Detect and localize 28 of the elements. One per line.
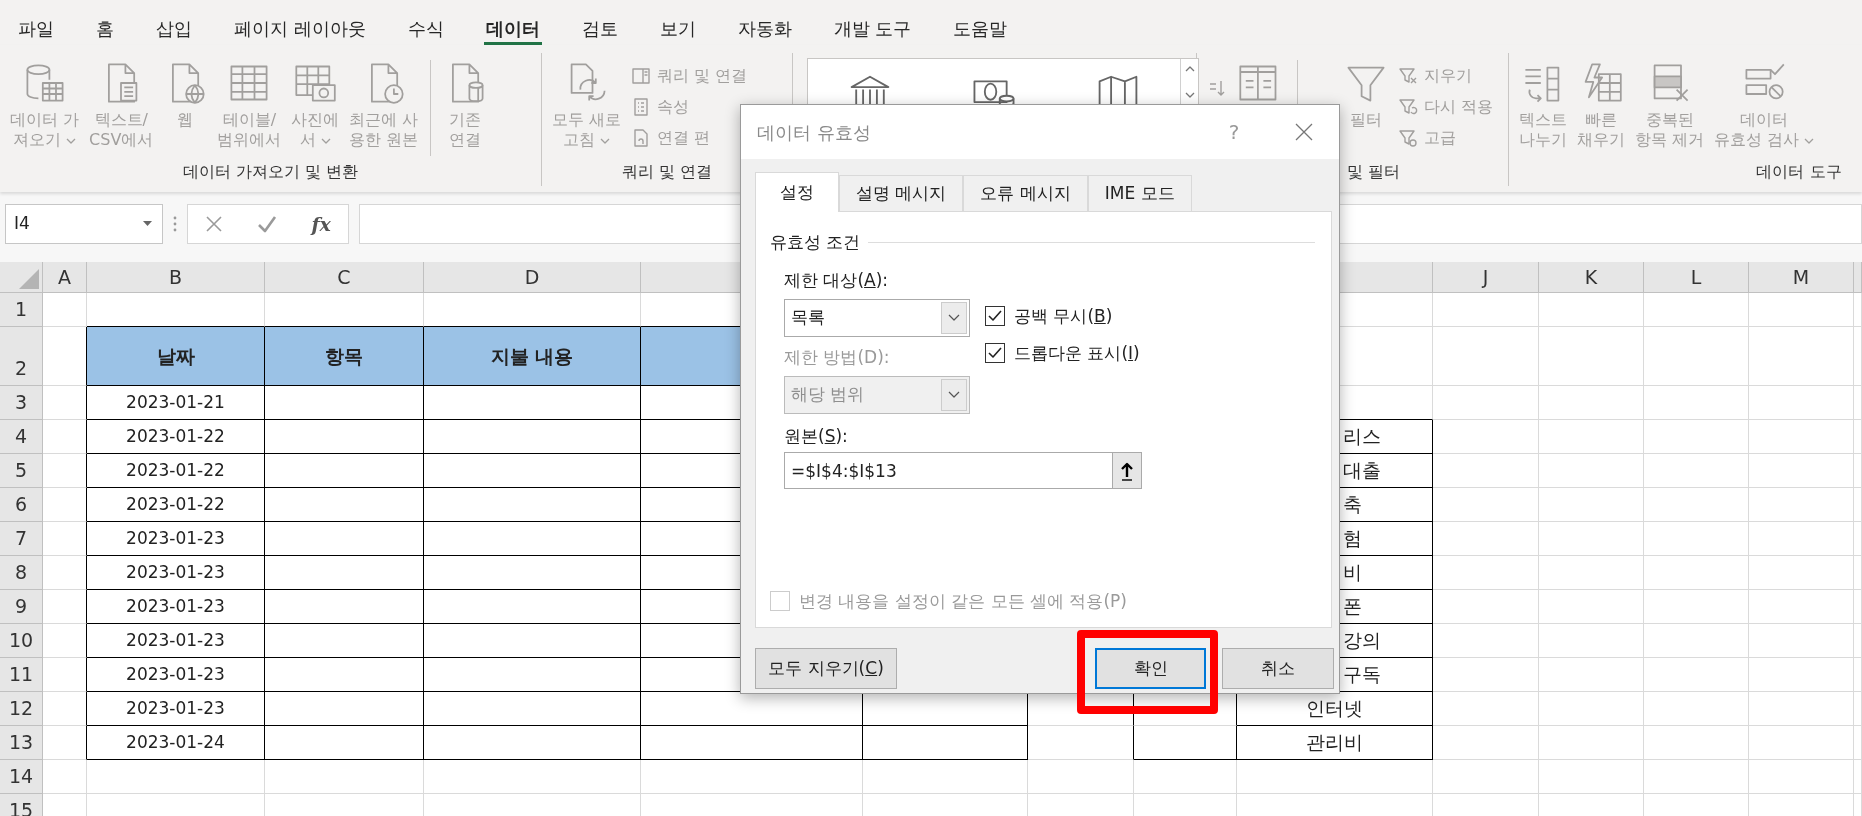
table-cell: 2023-01-23 [87,624,265,658]
table-cell: 2023-01-23 [87,556,265,590]
table-cell: 2023-01-23 [87,590,265,624]
group-label: 데이터 가져오기 및 변환 [181,162,360,182]
checkbox-label: 드롭다운 표시(I) [1014,342,1140,365]
table-cell: 2023-01-24 [87,726,265,760]
table-cell: 2023-01-22 [87,420,265,454]
table-cell: 2023-01-22 [87,488,265,522]
group-label: 데이터 도구 [1755,162,1843,182]
group-label: 및 필터 [1346,162,1402,182]
dialog-title: 데이터 유효성 [757,120,872,145]
table-cell: 관리비 [1237,726,1433,760]
field-label: 원본(S): [784,425,848,448]
field-label: 제한 대상(A): [784,269,890,292]
checkbox-label: 변경 내용을 설정이 같은 모든 셀에 적용(P) [799,590,1127,613]
table-cell: 2023-01-23 [87,522,265,556]
table-header-cell: 항목 [265,327,424,386]
table-header-cell: 날짜 [87,327,265,386]
table-cell: 2023-01-21 [87,386,265,420]
field-label: 제한 방법(D): [784,346,891,369]
section-title: 유효성 조건 [770,231,861,254]
dropdown-field: 해당 범위 [784,376,970,414]
checkbox-label: 공백 무시(B) [1014,305,1113,328]
table-header-cell: 지불 내용 [424,327,641,386]
table-cell: 2023-01-23 [87,692,265,726]
table-cell: 2023-01-22 [87,454,265,488]
group-label: 쿼리 및 연결 [620,162,714,182]
table-cell: 2023-01-23 [87,658,265,692]
